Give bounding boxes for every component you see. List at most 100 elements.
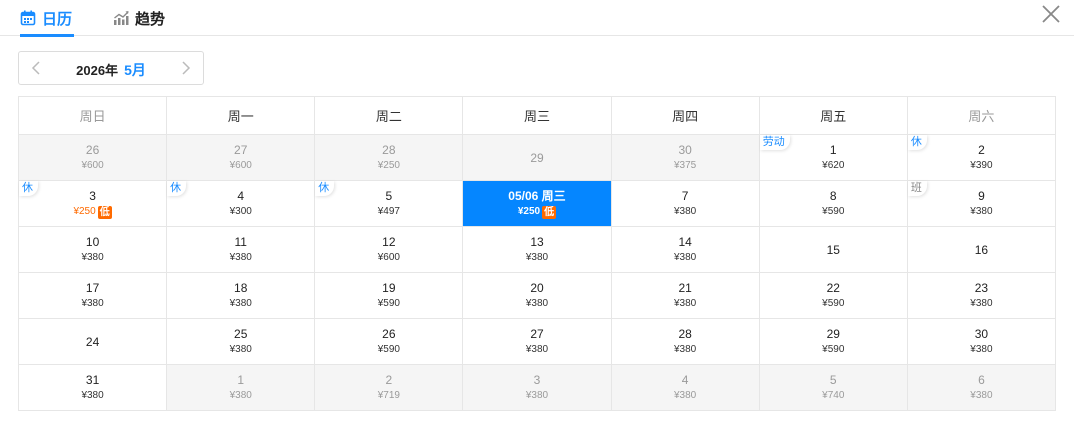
price-label: ¥600 — [229, 160, 252, 171]
date-cell[interactable]: 27 ¥380 — [463, 319, 612, 365]
month-label: 5月 — [124, 62, 146, 78]
tab-trend[interactable]: 趋势 — [113, 0, 165, 36]
date-cell[interactable]: 8 ¥590 — [759, 181, 908, 227]
price-label: ¥380 — [525, 298, 549, 309]
date-cell[interactable]: 6 ¥380 — [907, 365, 1056, 411]
date-cell[interactable]: 14 ¥380 — [611, 227, 760, 273]
date-label: 4 — [237, 189, 245, 203]
price-label: ¥390 — [970, 160, 993, 171]
lowest-price-badge: 低 — [97, 205, 112, 219]
date-cell[interactable]: 18 ¥380 — [167, 273, 316, 319]
date-cell[interactable]: 26 ¥590 — [315, 319, 464, 365]
date-cell[interactable]: 25 ¥380 — [167, 319, 316, 365]
date-cell[interactable]: 21 ¥380 — [611, 273, 760, 319]
price-row: ¥380 — [674, 251, 696, 265]
date-cell[interactable]: 30 ¥375 — [611, 135, 760, 181]
date-cell[interactable]: 28 ¥380 — [611, 319, 760, 365]
price-label: ¥380 — [674, 206, 697, 217]
date-label: 15 — [826, 242, 840, 257]
date-label: 30 — [678, 143, 692, 157]
date-cell[interactable]: 24 — [19, 319, 168, 365]
price-label: ¥590 — [377, 298, 400, 309]
date-cell[interactable]: 29 ¥590 — [759, 319, 908, 365]
price-row: ¥380 — [674, 205, 696, 219]
date-label: 23 — [974, 281, 989, 295]
date-cell[interactable]: 班 9 ¥380 — [907, 181, 1056, 227]
date-label: 5 — [829, 373, 837, 387]
date-cell[interactable]: 28 ¥250 — [315, 135, 464, 181]
lowest-price-badge: 低 — [542, 205, 557, 219]
date-cell[interactable]: 7 ¥380 — [611, 181, 760, 227]
price-label: ¥380 — [81, 252, 104, 263]
active-tab-underline — [20, 34, 74, 37]
year-label: 2026年 — [76, 63, 119, 78]
price-row: ¥497 — [378, 205, 400, 219]
date-cell[interactable]: 23 ¥380 — [907, 273, 1056, 319]
calendar-week-row: 24 25 ¥380 26 ¥590 27 ¥380 28 ¥380 29 ¥590 30 ¥380 — [19, 319, 1056, 365]
price-row: ¥590 — [378, 343, 400, 357]
date-cell[interactable]: 休 5 ¥497 — [315, 181, 464, 227]
date-cell[interactable]: 休 2 ¥390 — [907, 135, 1056, 181]
date-label: 11 — [234, 235, 247, 249]
tab-calendar-label: 日历 — [42, 10, 73, 28]
date-cell[interactable]: 11 ¥380 — [167, 227, 316, 273]
price-label: ¥375 — [674, 160, 697, 171]
price-row: ¥380 — [970, 343, 992, 357]
date-cell[interactable]: 3 ¥380 — [463, 365, 612, 411]
date-label: 5 — [385, 189, 393, 203]
date-cell[interactable]: 31 ¥380 — [19, 365, 168, 411]
date-label: 2 — [978, 143, 985, 157]
date-label: 29 — [826, 327, 840, 341]
date-cell[interactable]: 1 ¥380 — [167, 365, 316, 411]
date-label: 8 — [829, 189, 837, 203]
date-label: 26 — [382, 327, 396, 341]
date-cell[interactable]: 19 ¥590 — [315, 273, 464, 319]
date-cell[interactable]: 13 ¥380 — [463, 227, 612, 273]
date-label: 30 — [974, 327, 989, 341]
tab-calendar[interactable]: 日历 — [20, 0, 74, 37]
date-cell[interactable]: 20 ¥380 — [463, 273, 612, 319]
close-icon[interactable] — [1040, 3, 1062, 25]
date-cell[interactable]: 12 ¥600 — [315, 227, 464, 273]
date-cell[interactable]: 5 ¥740 — [759, 365, 908, 411]
date-label: 4 — [681, 373, 689, 387]
calendar-week-row: 10 ¥380 11 ¥380 12 ¥600 13 ¥380 14 ¥380 15 16 — [19, 227, 1056, 273]
holiday-tag: 休 — [19, 181, 38, 196]
date-cell[interactable]: 4 ¥380 — [611, 365, 760, 411]
date-cell[interactable]: 10 ¥380 — [19, 227, 168, 273]
date-cell[interactable]: 26 ¥600 — [19, 135, 168, 181]
date-cell[interactable]: 15 — [759, 227, 908, 273]
price-label: ¥380 — [525, 390, 549, 401]
date-cell[interactable]: 29 — [463, 135, 612, 181]
date-cell[interactable]: 休 4 ¥300 — [167, 181, 316, 227]
date-cell[interactable]: 22 ¥590 — [759, 273, 908, 319]
date-label: 3 — [89, 189, 96, 203]
date-cell[interactable]: 劳动 1 ¥620 — [759, 135, 908, 181]
selected-date-cell[interactable]: 05/06 周三 ¥250 低 — [463, 181, 612, 227]
date-label: 29 — [530, 150, 544, 165]
price-row: ¥380 — [526, 343, 548, 357]
price-row: ¥600 — [230, 159, 252, 173]
price-label: ¥719 — [377, 390, 400, 401]
holiday-tag: 休 — [167, 181, 187, 196]
date-cell[interactable]: 休 3 ¥250 低 — [19, 181, 168, 227]
price-row: ¥600 — [81, 159, 103, 173]
price-label: ¥380 — [229, 390, 252, 401]
price-row: ¥390 — [970, 159, 992, 173]
date-label: 12 — [382, 235, 396, 249]
calendar-week-row: 26 ¥600 27 ¥600 28 ¥250 29 30 ¥375 劳动 1 ¥620 休 2 ¥390 — [19, 135, 1056, 181]
date-label: 1 — [237, 373, 245, 387]
weekday-header: 周日 — [19, 97, 168, 135]
date-cell[interactable]: 17 ¥380 — [19, 273, 168, 319]
top-tab-bar: 日历 趋势 — [0, 0, 1074, 37]
price-label: ¥380 — [674, 298, 697, 309]
date-cell[interactable]: 2 ¥719 — [315, 365, 464, 411]
date-cell[interactable]: 27 ¥600 — [167, 135, 316, 181]
weekday-header-row: 周日 周一 周二 周三 周四 周五 周六 — [19, 97, 1056, 135]
date-cell[interactable]: 30 ¥380 — [907, 319, 1056, 365]
price-row: ¥719 — [378, 389, 400, 403]
price-row: ¥380 — [81, 297, 103, 311]
date-label: 28 — [678, 327, 692, 341]
chevron-right-icon[interactable] — [177, 60, 193, 76]
date-cell[interactable]: 16 — [907, 227, 1056, 273]
